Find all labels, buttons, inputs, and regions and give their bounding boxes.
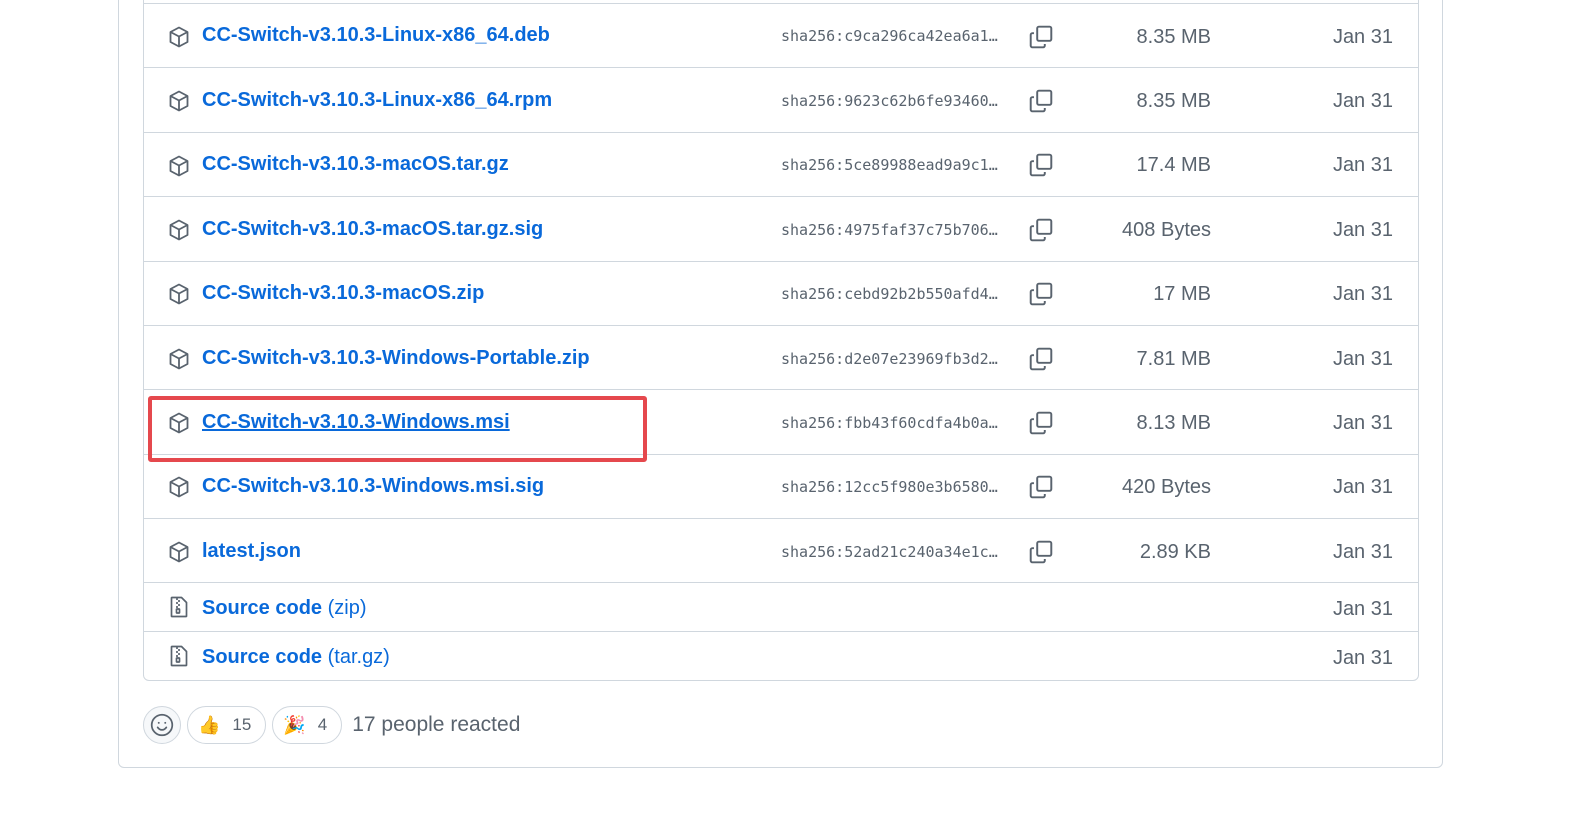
source-label: Source code <box>202 597 323 619</box>
asset-link[interactable]: CC-Switch-v3.10.3-macOS.tar.gz <box>202 153 509 176</box>
package-icon <box>167 475 191 499</box>
add-reaction-button[interactable] <box>143 706 181 744</box>
copy-icon[interactable] <box>1028 281 1054 307</box>
asset-link[interactable]: CC-Switch-v3.10.3-macOS.zip <box>202 282 484 305</box>
package-icon <box>167 540 191 564</box>
source-row: Source code (tar.gz) Jan 31 <box>144 631 1418 680</box>
asset-date: Jan 31 <box>1332 219 1393 241</box>
copy-icon[interactable] <box>1028 474 1054 500</box>
copy-icon[interactable] <box>1028 88 1054 114</box>
asset-sha: sha256:4975faf37c75b706… <box>781 221 998 239</box>
asset-link[interactable]: latest.json <box>202 540 301 563</box>
asset-sha: sha256:12cc5f980e3b6580… <box>781 478 998 496</box>
reactions-bar: 👍 15 🎉 4 17 people reacted <box>143 705 520 745</box>
copy-icon[interactable] <box>1028 24 1054 50</box>
asset-date: Jan 31 <box>1332 154 1393 176</box>
asset-sha: sha256:cebd92b2b550afd4… <box>781 285 998 303</box>
asset-size: 7.81 MB <box>1136 348 1211 370</box>
package-icon <box>167 411 191 435</box>
source-date: Jan 31 <box>1332 647 1393 669</box>
asset-link[interactable]: CC-Switch-v3.10.3-Windows.msi <box>202 411 510 434</box>
asset-sha: sha256:d2e07e23969fb3d2… <box>781 350 998 368</box>
source-row: Source code (zip) Jan 31 <box>144 582 1418 631</box>
asset-date: Jan 31 <box>1332 541 1393 563</box>
smiley-icon <box>150 713 174 737</box>
thumbs-up-count: 15 <box>232 715 252 734</box>
copy-icon[interactable] <box>1028 410 1054 436</box>
asset-date: Jan 31 <box>1332 26 1393 48</box>
hooray-reaction[interactable]: 🎉 4 <box>272 706 343 744</box>
asset-row: CC-Switch-v3.10.3-Linux-x86_64.rpm sha25… <box>144 67 1418 132</box>
asset-sha: sha256:9623c62b6fe93460… <box>781 92 998 110</box>
hooray-count: 4 <box>317 715 328 734</box>
asset-link[interactable]: CC-Switch-v3.10.3-Linux-x86_64.deb <box>202 24 550 47</box>
source-zip-link[interactable]: Source code (zip) <box>202 597 367 620</box>
asset-row: CC-Switch-v3.10.3-Windows-Portable.zip s… <box>144 325 1418 390</box>
package-icon <box>167 347 191 371</box>
package-icon <box>167 89 191 113</box>
asset-size: 8.35 MB <box>1136 90 1211 112</box>
asset-size: 17.4 MB <box>1136 154 1211 176</box>
asset-size: 2.89 KB <box>1139 541 1211 563</box>
copy-icon[interactable] <box>1028 346 1054 372</box>
source-label: Source code <box>202 646 323 668</box>
asset-row: CC-Switch-v3.10.3-Linux-x86_64.deb sha25… <box>144 3 1418 68</box>
asset-sha: sha256:52ad21c240a34e1c… <box>781 543 998 561</box>
asset-row: CC-Switch-v3.10.3-macOS.tar.gz.sig sha25… <box>144 196 1418 261</box>
asset-link[interactable]: CC-Switch-v3.10.3-Windows-Portable.zip <box>202 347 590 370</box>
asset-row: CC-Switch-v3.10.3-macOS.zip sha256:cebd9… <box>144 261 1418 325</box>
source-targz-link[interactable]: Source code (tar.gz) <box>202 646 390 669</box>
asset-link[interactable]: CC-Switch-v3.10.3-macOS.tar.gz.sig <box>202 218 543 241</box>
asset-date: Jan 31 <box>1332 283 1393 305</box>
asset-link[interactable]: CC-Switch-v3.10.3-Windows.msi.sig <box>202 475 544 498</box>
source-suffix: (tar.gz) <box>327 646 390 668</box>
asset-row: CC-Switch-v3.10.3-macOS.tar.gz sha256:5c… <box>144 132 1418 197</box>
asset-row: latest.json sha256:52ad21c240a34e1c… 2.8… <box>144 518 1418 583</box>
copy-icon[interactable] <box>1028 539 1054 565</box>
asset-size: 17 MB <box>1153 283 1211 305</box>
file-zip-icon <box>167 595 191 619</box>
asset-sha: sha256:5ce89988ead9a9c1… <box>781 156 998 174</box>
asset-sha: sha256:fbb43f60cdfa4b0a… <box>781 414 998 432</box>
asset-link[interactable]: CC-Switch-v3.10.3-Linux-x86_64.rpm <box>202 89 552 112</box>
asset-size: 8.35 MB <box>1136 26 1211 48</box>
asset-row: CC-Switch-v3.10.3-Windows.msi sha256:fbb… <box>144 389 1418 454</box>
assets-list: CC-Switch-v3.10.3-Linux-x86_64.deb sha25… <box>143 0 1419 681</box>
package-icon <box>167 282 191 306</box>
copy-icon[interactable] <box>1028 217 1054 243</box>
asset-size: 8.13 MB <box>1136 412 1211 434</box>
asset-date: Jan 31 <box>1332 476 1393 498</box>
asset-date: Jan 31 <box>1332 348 1393 370</box>
asset-row: CC-Switch-v3.10.3-Windows.msi.sig sha256… <box>144 454 1418 518</box>
reactions-summary: 17 people reacted <box>352 713 521 736</box>
asset-date: Jan 31 <box>1332 90 1393 112</box>
copy-icon[interactable] <box>1028 152 1054 178</box>
source-suffix: (zip) <box>327 597 367 619</box>
asset-sha: sha256:c9ca296ca42ea6a1… <box>781 27 998 45</box>
package-icon <box>167 154 191 178</box>
thumbs-up-icon: 👍 <box>198 714 221 735</box>
thumbs-up-reaction[interactable]: 👍 15 <box>187 706 267 744</box>
source-date: Jan 31 <box>1332 598 1393 620</box>
asset-size: 420 Bytes <box>1122 476 1211 498</box>
file-zip-icon <box>167 644 191 668</box>
package-icon <box>167 25 191 49</box>
package-icon <box>167 218 191 242</box>
asset-date: Jan 31 <box>1332 412 1393 434</box>
party-popper-icon: 🎉 <box>283 714 306 735</box>
asset-size: 408 Bytes <box>1122 219 1211 241</box>
